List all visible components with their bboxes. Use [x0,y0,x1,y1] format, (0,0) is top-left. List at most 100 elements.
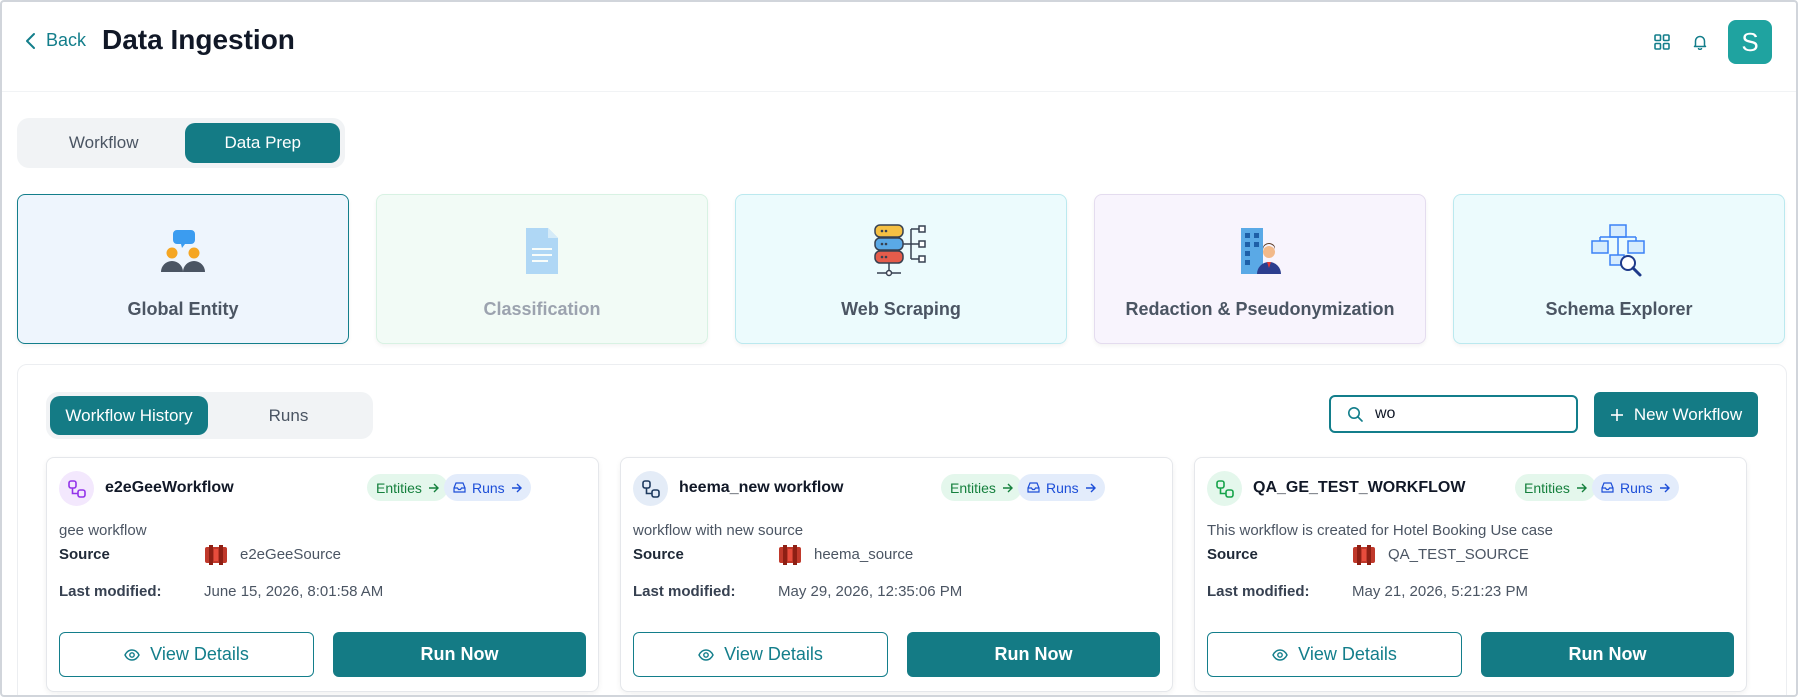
arrow-right-icon [1085,483,1096,492]
runs-badge[interactable]: Runs [444,474,531,501]
source-label: Source [59,546,110,563]
view-details-label: View Details [150,644,249,664]
inbox-icon [1027,482,1040,493]
workflow-description: workflow with new source [633,522,804,539]
new-workflow-button[interactable]: New Workflow [1594,392,1758,437]
feature-card-global-entity[interactable]: Global Entity [17,194,349,344]
workflow-card: QA_GE_TEST_WORKFLOW Entities Runs This w… [1194,457,1747,692]
source-value: QA_TEST_SOURCE [1388,546,1529,563]
feature-card-redaction[interactable]: Redaction & Pseudonymization [1094,194,1426,344]
workflow-description: This workflow is created for Hotel Booki… [1207,522,1553,539]
last-modified-value: May 29, 2026, 12:35:06 PM [778,583,963,600]
search-input[interactable] [1375,405,1555,423]
view-details-button[interactable]: View Details [633,632,888,677]
document-icon [512,221,572,281]
entities-label: Entities [376,479,422,496]
building-person-icon [1230,221,1290,281]
arrow-right-icon [1659,483,1670,492]
run-now-button[interactable]: Run Now [1481,632,1734,677]
entities-badge[interactable]: Entities [941,474,1022,501]
feature-label: Global Entity [127,299,239,319]
users-chat-icon [153,221,213,281]
feature-card-web-scraping[interactable]: Web Scraping [735,194,1067,344]
chevron-left-icon [26,32,35,49]
view-details-button[interactable]: View Details [59,632,314,677]
page-title: Data Ingestion [102,24,295,55]
database-tree-icon [871,221,931,281]
entities-label: Entities [1524,479,1570,496]
workflow-name: e2eGeeWorkflow [105,479,234,496]
header-actions: S [1652,20,1772,64]
s3-bucket-icon [779,545,801,565]
feature-card-classification[interactable]: Classification [376,194,708,344]
inbox-icon [1601,482,1614,493]
search-icon [1348,407,1363,422]
run-now-label: Run Now [1568,644,1647,664]
runs-label: Runs [1620,479,1653,496]
feature-card-schema-explorer[interactable]: Schema Explorer [1453,194,1785,344]
apps-grid-icon[interactable] [1652,32,1672,52]
eye-icon [1272,648,1288,661]
entities-label: Entities [950,479,996,496]
workflow-name: QA_GE_TEST_WORKFLOW [1253,479,1466,496]
view-details-label: View Details [724,644,823,664]
last-modified-label: Last modified: [633,583,736,600]
last-modified-value: May 21, 2026, 5:21:23 PM [1352,583,1528,600]
feature-label: Redaction & Pseudonymization [1125,299,1395,319]
runs-badge[interactable]: Runs [1018,474,1105,501]
arrow-right-icon [428,483,439,492]
workflow-card: heema_new workflow Entities Runs workflo… [620,457,1173,692]
feature-label: Classification [483,299,601,319]
search-box [1329,395,1578,433]
workflow-icon [59,471,94,506]
last-modified-label: Last modified: [59,583,162,600]
plus-icon [1610,408,1623,421]
header: Back Data Ingestion S [2,2,1796,92]
top-tabs: Workflow Data Prep [17,118,345,168]
run-now-button[interactable]: Run Now [333,632,586,677]
runs-badge[interactable]: Runs [1592,474,1679,501]
view-details-button[interactable]: View Details [1207,632,1462,677]
workflow-name: heema_new workflow [679,479,844,496]
run-now-label: Run Now [994,644,1073,664]
run-now-button[interactable]: Run Now [907,632,1160,677]
eye-icon [124,648,140,661]
workflow-tabs: Workflow History Runs [46,392,373,439]
arrow-right-icon [1576,483,1587,492]
tab-data-prep[interactable]: Data Prep [185,123,340,163]
source-value: e2eGeeSource [240,546,341,563]
runs-label: Runs [1046,479,1079,496]
bell-icon[interactable] [1690,32,1710,52]
view-details-label: View Details [1298,644,1397,664]
arrow-right-icon [511,483,522,492]
tab-runs[interactable]: Runs [208,396,369,435]
s3-bucket-icon [205,545,227,565]
avatar[interactable]: S [1728,20,1772,64]
back-button[interactable]: Back [24,30,86,51]
last-modified-label: Last modified: [1207,583,1310,600]
entities-badge[interactable]: Entities [1515,474,1596,501]
workflow-icon [1207,471,1242,506]
source-label: Source [633,546,684,563]
s3-bucket-icon [1353,545,1375,565]
run-now-label: Run Now [420,644,499,664]
schema-search-icon [1589,221,1649,281]
arrow-right-icon [1002,483,1013,492]
feature-cards: Global Entity Classification Web Scrapin… [17,194,1787,344]
source-label: Source [1207,546,1258,563]
back-label: Back [46,30,87,50]
workflow-icon [633,471,668,506]
entities-badge[interactable]: Entities [367,474,448,501]
feature-label: Web Scraping [841,299,961,319]
feature-label: Schema Explorer [1545,299,1693,319]
workflow-card: e2eGeeWorkflow Entities Runs gee workflo… [46,457,599,692]
new-workflow-label: New Workflow [1633,404,1743,424]
tab-workflow-history[interactable]: Workflow History [50,396,208,435]
tab-workflow[interactable]: Workflow [22,123,185,163]
source-value: heema_source [814,546,914,563]
workflow-panel: Workflow History Runs New Workflow e2eGe… [17,364,1787,695]
workflow-description: gee workflow [59,522,147,539]
runs-label: Runs [472,479,505,496]
app-frame: Back Data Ingestion S Workflow Data Prep [0,0,1798,697]
last-modified-value: June 15, 2026, 8:01:58 AM [204,583,384,600]
